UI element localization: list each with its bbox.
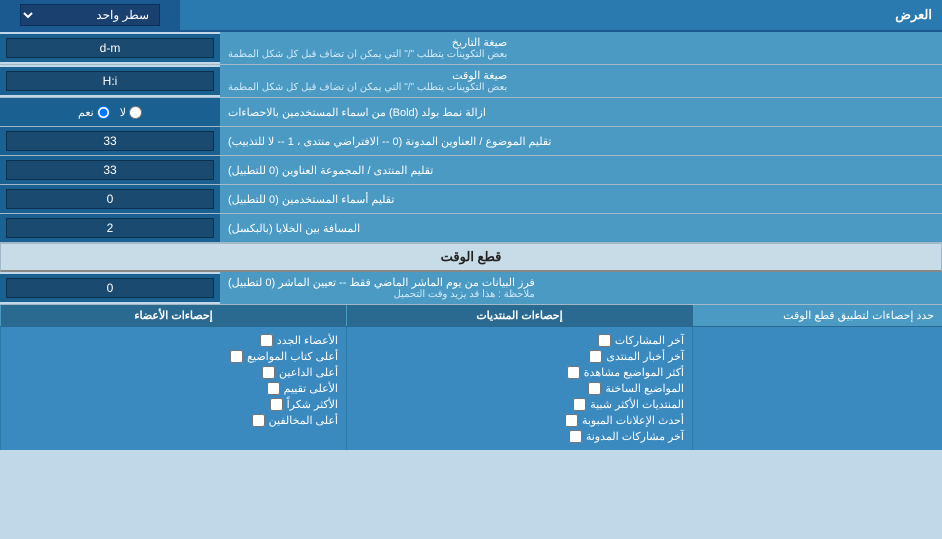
list-item: آخر أخبار المنتدى	[355, 350, 684, 363]
checkbox-last-posts[interactable]	[598, 334, 611, 347]
time-format-row: صيغة الوقت بعض التكوينات يتطلب "/" التي …	[0, 65, 942, 98]
list-item: الأعضاء الجدد	[9, 334, 338, 347]
time-cutoff-input[interactable]	[6, 278, 214, 298]
bold-no-label: لا	[120, 106, 142, 119]
cell-spacing-label: المسافة بين الخلايا (بالبكسل)	[220, 214, 942, 242]
stats-apply-col	[692, 327, 942, 450]
list-item: آخر المشاركات	[355, 334, 684, 347]
time-cutoff-section-header: قطع الوقت	[0, 243, 942, 272]
bold-remove-row: ازالة نمط بولد (Bold) من اسماء المستخدمي…	[0, 98, 942, 127]
checkbox-top-rated[interactable]	[267, 382, 280, 395]
checkbox-last-news[interactable]	[589, 350, 602, 363]
date-format-input[interactable]	[6, 38, 214, 58]
stats-col1-body: آخر المشاركات آخر أخبار المنتدى أكثر الم…	[346, 327, 692, 450]
date-format-label: صيغة التاريخ بعض التكوينات يتطلب "/" الت…	[220, 32, 942, 64]
date-format-input-container	[0, 34, 220, 62]
page-label: العرض	[180, 2, 942, 28]
time-cutoff-label: فرز البيانات من يوم الماشر الماضي فقط --…	[220, 272, 942, 304]
time-cutoff-row: فرز البيانات من يوم الماشر الماضي فقط --…	[0, 272, 942, 305]
checkbox-most-viewed[interactable]	[567, 366, 580, 379]
cell-spacing-input-container	[0, 214, 220, 242]
time-cutoff-input-container	[0, 274, 220, 302]
forum-group-row: تقليم المنتدى / المجموعة العناوين (0 للت…	[0, 156, 942, 185]
topic-title-row: تقليم الموضوع / العناوين المدونة (0 -- ا…	[0, 127, 942, 156]
forum-group-input[interactable]	[6, 160, 214, 180]
stats-col2-body: الأعضاء الجدد أعلى كتاب المواضيع أعلى ال…	[0, 327, 346, 450]
list-item: أعلى كتاب المواضيع	[9, 350, 338, 363]
list-item: المنتديات الأكثر شبية	[355, 398, 684, 411]
bold-yes-radio[interactable]	[97, 106, 110, 119]
list-item: أكثر المواضيع مشاهدة	[355, 366, 684, 379]
checkbox-top-writers[interactable]	[230, 350, 243, 363]
list-item: آخر مشاركات المدونة	[355, 430, 684, 443]
bold-remove-input-container: نعم لا	[0, 98, 220, 126]
list-item: المواضيع الساخنة	[355, 382, 684, 395]
checkbox-most-similar[interactable]	[573, 398, 586, 411]
display-mode-container: سطر واحدسطرانثلاثة أسطر	[0, 0, 180, 30]
bold-no-radio[interactable]	[129, 106, 142, 119]
display-mode-select[interactable]: سطر واحدسطرانثلاثة أسطر	[20, 4, 160, 26]
forum-group-label: تقليم المنتدى / المجموعة العناوين (0 للت…	[220, 156, 942, 184]
checkbox-top-inviters[interactable]	[262, 366, 275, 379]
checkbox-blog-posts[interactable]	[569, 430, 582, 443]
top-header-row: العرض سطر واحدسطرانثلاثة أسطر	[0, 0, 942, 32]
time-format-input[interactable]	[6, 71, 214, 91]
stats-body: آخر المشاركات آخر أخبار المنتدى أكثر الم…	[0, 327, 942, 450]
checkbox-classified-ads[interactable]	[565, 414, 578, 427]
topic-title-input-container	[0, 127, 220, 155]
stats-header-row: حدد إحصاءات لتطبيق قطع الوقت إحصاءات الم…	[0, 305, 942, 327]
stats-apply-label: حدد إحصاءات لتطبيق قطع الوقت	[692, 305, 942, 326]
checkbox-most-thanks[interactable]	[270, 398, 283, 411]
list-item: أعلى المخالفين	[9, 414, 338, 427]
bold-yes-label: نعم	[78, 106, 110, 119]
checkbox-top-violators[interactable]	[252, 414, 265, 427]
username-order-row: تقليم أسماء المستخدمين (0 للتطبيل)	[0, 185, 942, 214]
cell-spacing-input[interactable]	[6, 218, 214, 238]
cell-spacing-row: المسافة بين الخلايا (بالبكسل)	[0, 214, 942, 243]
list-item: الأكثر شكراً	[9, 398, 338, 411]
bold-radio-group: نعم لا	[78, 106, 142, 119]
forum-group-input-container	[0, 156, 220, 184]
list-item: الأعلى تقييم	[9, 382, 338, 395]
username-order-input-container	[0, 185, 220, 213]
username-order-label: تقليم أسماء المستخدمين (0 للتطبيل)	[220, 185, 942, 213]
checkbox-hot-topics[interactable]	[588, 382, 601, 395]
time-format-input-container	[0, 67, 220, 95]
topic-title-input[interactable]	[6, 131, 214, 151]
username-order-input[interactable]	[6, 189, 214, 209]
stats-col2-header: إحصاءات الأعضاء	[0, 305, 346, 326]
checkbox-new-members[interactable]	[260, 334, 273, 347]
time-format-label: صيغة الوقت بعض التكوينات يتطلب "/" التي …	[220, 65, 942, 97]
date-format-row: صيغة التاريخ بعض التكوينات يتطلب "/" الت…	[0, 32, 942, 65]
bold-remove-label: ازالة نمط بولد (Bold) من اسماء المستخدمي…	[220, 98, 942, 126]
list-item: أحدث الإعلانات المبوبة	[355, 414, 684, 427]
stats-col1-header: إحصاءات المنتديات	[346, 305, 692, 326]
list-item: أعلى الداعين	[9, 366, 338, 379]
topic-title-label: تقليم الموضوع / العناوين المدونة (0 -- ا…	[220, 127, 942, 155]
